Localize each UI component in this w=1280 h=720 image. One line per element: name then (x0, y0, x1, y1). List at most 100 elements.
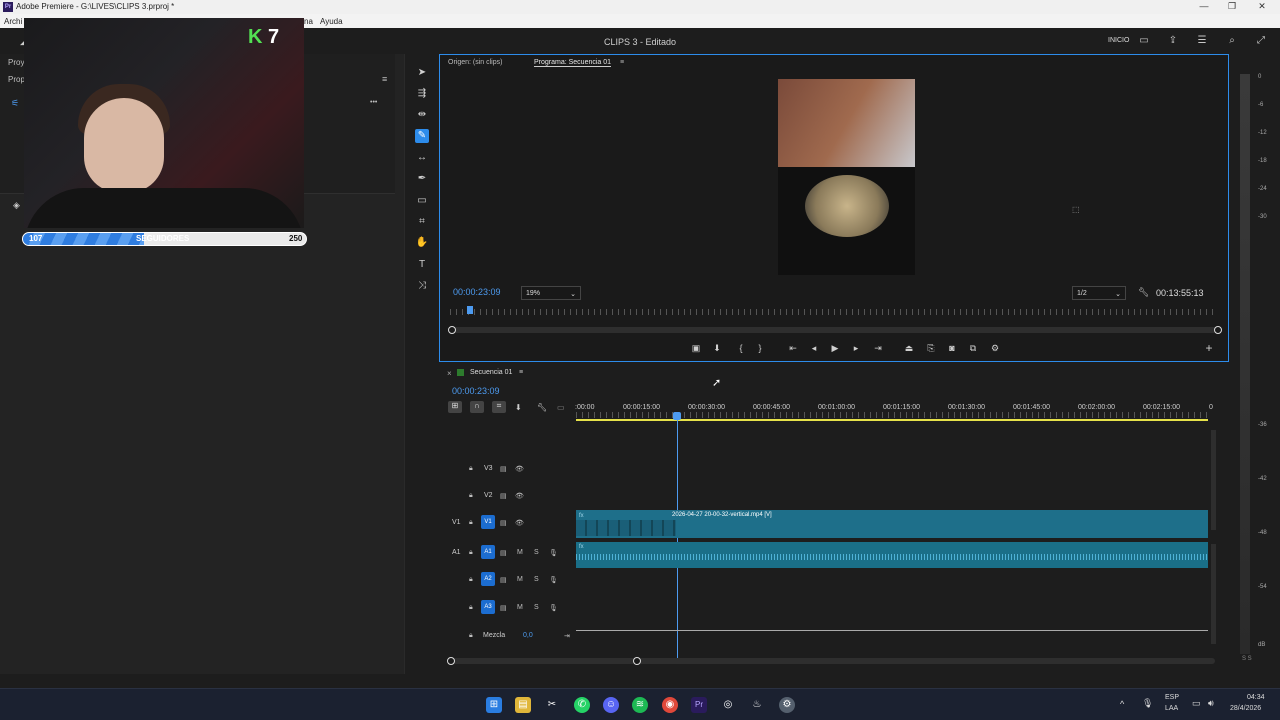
premiere-taskbar-icon[interactable]: Pr (691, 697, 707, 713)
program-scrollbar[interactable] (452, 327, 1218, 333)
sync-lock-icon[interactable]: ▤ (500, 576, 507, 584)
go-to-end-icon[interactable]: ⇥ (564, 632, 570, 640)
rectangle-tool-icon[interactable]: ▭ (415, 194, 429, 208)
timeline-settings-icon[interactable]: 🔧︎ (537, 403, 547, 412)
track-a1-source-label[interactable]: A1 (452, 549, 461, 556)
whatsapp-icon[interactable]: ✆ (574, 697, 590, 713)
captions-icon[interactable]: ▭ (557, 403, 565, 412)
sequence-tab[interactable]: Secuencia 01 (470, 369, 512, 376)
solo-button[interactable]: S (534, 549, 539, 556)
menu-ventana[interactable]: na (304, 17, 313, 26)
resolution-select[interactable]: 1/2 ⌄ (1072, 286, 1126, 300)
sync-lock-icon[interactable]: ▤ (500, 519, 507, 527)
scroll-handle-left[interactable] (448, 326, 456, 334)
selection-tool-icon[interactable]: ➤ (415, 66, 429, 80)
obs-icon[interactable]: ◎ (720, 697, 736, 713)
insert-nest-icon[interactable]: ⊞ (448, 401, 462, 413)
proxy-icon[interactable]: ⚙ (989, 342, 1001, 354)
track-a2-target[interactable]: A2 (481, 572, 495, 586)
wrench-icon[interactable]: 🔧︎ (1138, 287, 1149, 298)
program-timecode[interactable]: 00:00:23:09 (453, 287, 501, 297)
lock-icon[interactable]: 🔒︎ (469, 519, 473, 527)
tab-program[interactable]: Programa: Secuencia 01 (534, 59, 612, 67)
windows-start-icon[interactable]: ⊞ (486, 697, 502, 713)
timeline-ruler[interactable] (576, 412, 1208, 418)
video-v-scrollbar[interactable] (1211, 430, 1216, 530)
solo-button[interactable]: S (534, 604, 539, 611)
language-variant[interactable]: LAA (1165, 705, 1178, 712)
eye-icon[interactable]: 👁︎ (515, 465, 524, 473)
audio-v-scrollbar[interactable] (1211, 544, 1216, 644)
share-icon[interactable]: ⇪ (1167, 35, 1179, 47)
microphone-icon[interactable]: 🎙︎ (549, 604, 558, 612)
mute-button[interactable]: M (517, 604, 523, 611)
minimize-button[interactable]: — (1194, 1, 1214, 13)
lock-icon[interactable]: 🔒︎ (469, 632, 473, 640)
clock-time[interactable]: 04:34 (1247, 694, 1265, 701)
extract-icon[interactable]: ⎘ (925, 342, 937, 354)
lock-icon[interactable]: 🔒︎ (469, 465, 473, 473)
tab-source[interactable]: Origen: (sin clips) (448, 59, 502, 66)
chrome-icon[interactable]: ◉ (662, 697, 678, 713)
step-back-icon[interactable]: ◂ (808, 342, 820, 354)
scroll-handle-right[interactable] (633, 657, 641, 665)
close-button[interactable]: ✕ (1252, 1, 1272, 13)
steam-icon[interactable]: ♨ (749, 697, 765, 713)
microphone-icon[interactable]: 🎙︎ (549, 549, 558, 557)
lock-icon[interactable]: 🔒︎ (469, 576, 473, 584)
sync-lock-icon[interactable]: ▤ (500, 604, 507, 612)
add-marker-icon[interactable]: ▣ (690, 342, 702, 354)
panel-layout-icon[interactable]: ▭ (1138, 35, 1150, 47)
track-select-tool-icon[interactable]: ⇶ (415, 87, 429, 101)
mix-volume-value[interactable]: 0,0 (523, 632, 533, 639)
add-marker-icon[interactable]: ⬇ (515, 403, 522, 412)
clock-date[interactable]: 28/4/2026 (1230, 705, 1261, 712)
timeline-timecode[interactable]: 00:00:23:09 (452, 386, 500, 396)
track-v1-target[interactable]: V1 (481, 515, 495, 529)
lock-icon[interactable]: 🔒︎ (469, 604, 473, 612)
lift-icon[interactable]: ⏏ (903, 342, 915, 354)
go-to-out-icon[interactable]: ⇥ (872, 342, 884, 354)
crop-tool-icon[interactable]: ⌗ (415, 215, 429, 229)
capcut-icon[interactable]: ✂ (544, 697, 560, 713)
pen-tool-icon[interactable]: ✒ (415, 172, 429, 186)
microphone-tray-icon[interactable]: 🎙︎ (1142, 698, 1153, 709)
compare-icon[interactable]: ⧉ (967, 342, 979, 354)
eye-icon[interactable]: 👁︎ (515, 519, 524, 527)
remix-tool-icon[interactable]: ⤨ (415, 279, 429, 293)
work-area-bar[interactable] (576, 419, 1208, 421)
go-to-in-icon[interactable]: ⇤ (787, 342, 799, 354)
lock-icon[interactable]: 🔒︎ (469, 492, 473, 500)
search-icon[interactable]: ⌕ (1226, 35, 1238, 47)
play-icon[interactable]: ▶ (829, 342, 841, 354)
lock-icon[interactable]: 🔒︎ (469, 549, 473, 557)
track-a3-target[interactable]: A3 (481, 600, 495, 614)
timeline-h-scrollbar[interactable] (451, 658, 1215, 664)
export-frame-icon[interactable]: ◙ (946, 342, 958, 354)
track-v1-source-label[interactable]: V1 (452, 519, 461, 526)
mark-out-icon[interactable]: } (754, 342, 766, 354)
fullscreen-icon[interactable]: ⤢ (1255, 35, 1267, 47)
panel-menu-icon[interactable]: ≡ (382, 74, 387, 84)
spotify-icon[interactable]: ≋ (632, 697, 648, 713)
ripple-edit-tool-icon[interactable]: ⇹ (415, 108, 429, 122)
scroll-handle-right[interactable] (1214, 326, 1222, 334)
razor-tool-icon[interactable]: ✎ (415, 129, 429, 143)
menu-archivo[interactable]: Archi (4, 17, 22, 26)
mark-in-icon[interactable]: { (735, 342, 747, 354)
mute-button[interactable]: M (517, 549, 523, 556)
eye-icon[interactable]: 👁︎ (515, 492, 524, 500)
settings-icon[interactable]: ⚙ (779, 697, 795, 713)
volume-icon[interactable]: 🔊︎ (1208, 698, 1214, 709)
type-tool-icon[interactable]: T (415, 258, 429, 272)
network-icon[interactable]: ▭ (1192, 698, 1201, 709)
sync-lock-icon[interactable]: ▤ (500, 549, 507, 557)
add-button-icon[interactable]: + (1203, 342, 1215, 354)
discord-icon[interactable]: ☺ (603, 697, 619, 713)
track-a1-target[interactable]: A1 (481, 545, 495, 559)
workspace-inicio[interactable]: INICIO (1108, 37, 1129, 44)
program-ruler[interactable] (450, 309, 1218, 315)
snap-icon[interactable]: ∩ (470, 401, 484, 413)
menu-lines-icon[interactable]: ☰ (1196, 35, 1208, 47)
sequence-close-icon[interactable]: × (447, 369, 452, 378)
